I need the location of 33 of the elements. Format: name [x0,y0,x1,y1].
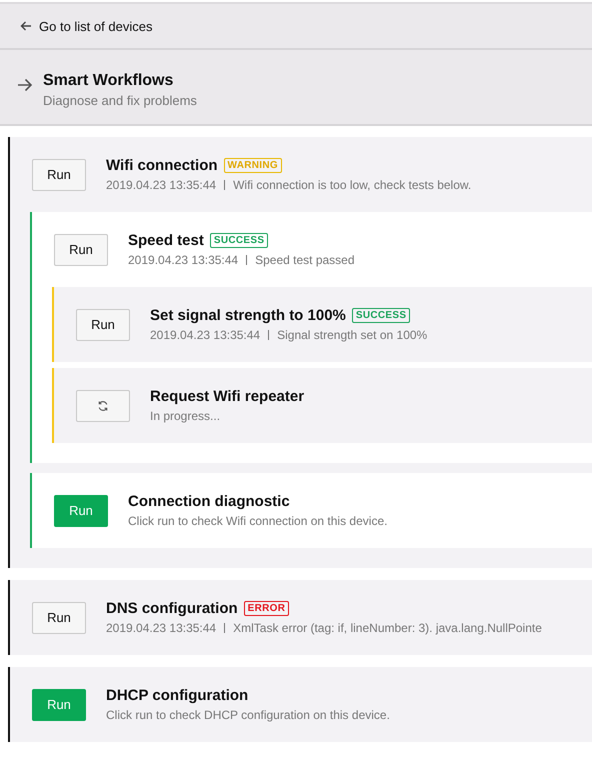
section-title: Smart Workflows [43,72,174,90]
run-button[interactable]: Run [32,158,86,190]
refresh-icon [97,400,109,412]
timestamp: 2019.04.23 13:35:44 [106,621,216,635]
status-message: Click run to check Wifi connection on this device. [128,514,388,528]
status-badge: WARNING [224,158,282,173]
workflow-title: DNS configuration [106,600,238,617]
back-link[interactable]: Go to list of devices [20,18,152,34]
status-message: Signal strength set on 100% [277,328,428,342]
workflow-title: Wifi connection [106,157,218,174]
run-button[interactable]: Run [54,234,108,266]
workflow-title: Request Wifi repeater [150,388,304,405]
status-badge: SUCCESS [210,233,268,248]
status-message: Wifi connection is too low, check tests below. [233,178,472,192]
status-message: XmlTask error (tag: if, lineNumber: 3). java.lang.NullPointe [233,621,542,635]
run-button[interactable]: Run [32,602,86,634]
workflow-title: Speed test [128,232,204,249]
workflow-title: Connection diagnostic [128,493,290,510]
status-message: In progress... [150,409,220,423]
status-message: Speed test passed [255,253,355,267]
section-subtitle: Diagnose and fix problems [43,93,197,108]
workflow-title: Set signal strength to 100% [150,307,346,324]
status-badge: SUCCESS [352,308,410,323]
run-button[interactable]: Run [76,308,130,340]
status-badge: ERROR [244,601,290,616]
workflow-title: DHCP configuration [106,687,248,704]
status-message: Click run to check DHCP configuration on this device. [106,708,390,722]
timestamp: 2019.04.23 13:35:44 [150,328,260,342]
back-arrow-icon [20,20,32,32]
timestamp: 2019.04.23 13:35:44 [106,178,216,192]
arrow-right-icon [17,78,33,92]
timestamp: 2019.04.23 13:35:44 [128,253,238,267]
refresh-button[interactable] [76,390,130,422]
